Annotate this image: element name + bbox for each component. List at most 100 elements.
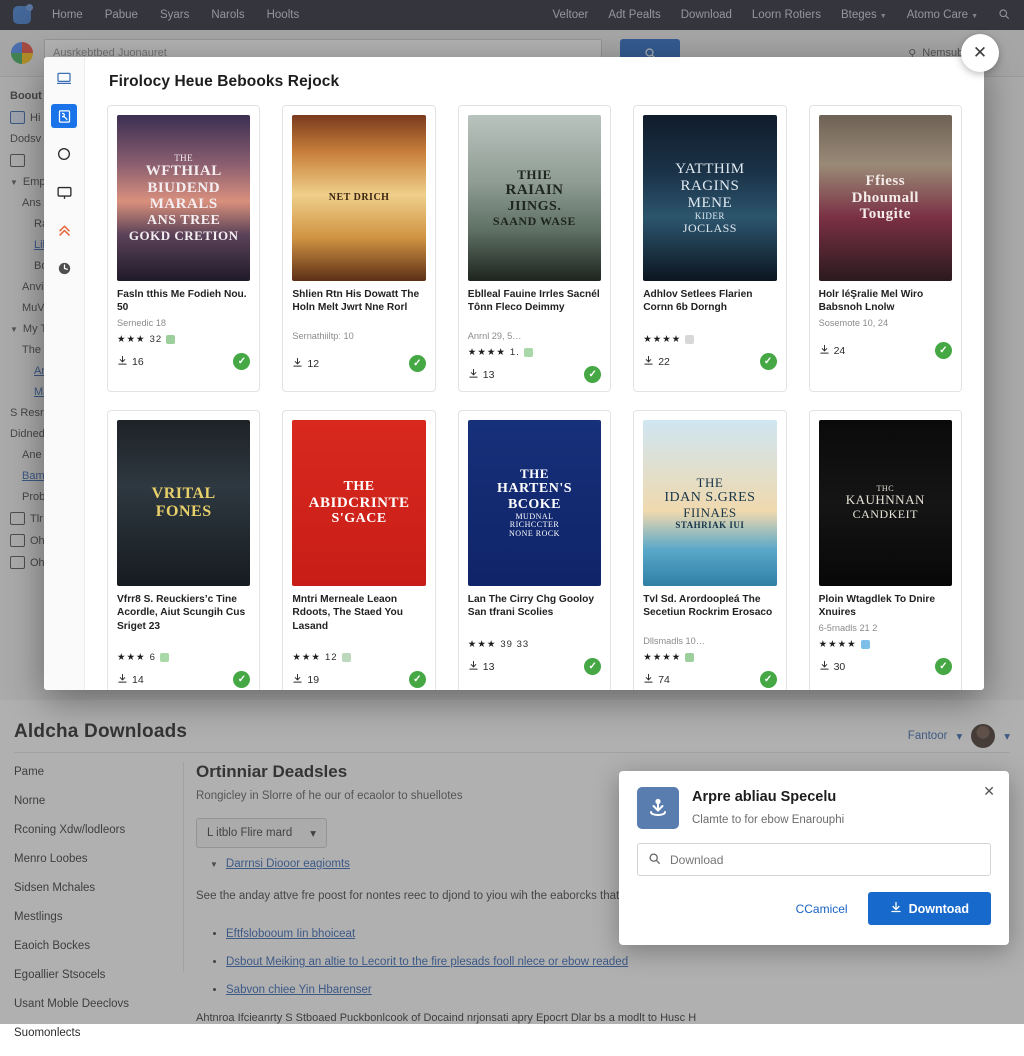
ebook-card-footer: 22 ✓ xyxy=(643,353,777,370)
ebook-rating: ★★★ 6 xyxy=(117,652,250,663)
clock-icon[interactable] xyxy=(51,256,77,280)
download-count-value: 14 xyxy=(132,673,144,686)
cover-text-line: NET DRICH xyxy=(328,192,390,204)
book-icon[interactable] xyxy=(51,104,77,128)
dialog-search-input[interactable] xyxy=(668,851,980,868)
download-icon xyxy=(643,673,654,687)
cover-text-line: KAUHNNAN xyxy=(845,492,925,508)
cover-text-line: JIINGS. xyxy=(507,199,562,215)
ebook-card-footer: 16 ✓ xyxy=(117,353,251,370)
downloaded-check-icon[interactable]: ✓ xyxy=(233,671,251,688)
ebooks-modal: Firolocy Heue Bebooks Rejock THE WFTHIAL B… xyxy=(44,57,984,690)
download-app-icon xyxy=(637,787,679,829)
modal-body: Firolocy Heue Bebooks Rejock THE WFTHIAL B… xyxy=(85,57,984,690)
download-count: 19 xyxy=(292,673,319,687)
downloaded-check-icon[interactable]: ✓ xyxy=(408,355,426,372)
ebook-title: Tvl Sd. Arordoopleá The Secetiun Rockrim… xyxy=(643,594,773,619)
downloaded-check-icon[interactable]: ✓ xyxy=(934,342,952,359)
download-count-value: 22 xyxy=(658,355,670,368)
format-badge-icon xyxy=(685,335,695,344)
ebook-title: Eblleal Fauine Irrles Sacnél Tônn Fleco … xyxy=(467,289,600,314)
ebook-cover-image: THE HARTEN'S BCOKE MUDNAL RICHCCTER NONE ROCK xyxy=(467,420,602,586)
ebook-card[interactable]: THIE RAIAIN JIINGS. SAAND WASE Eblleal Fauin… xyxy=(457,105,612,392)
cover-text-line: ABIDCRINTE xyxy=(308,494,410,511)
downloaded-check-icon[interactable]: ✓ xyxy=(759,353,777,370)
laptop-icon[interactable] xyxy=(51,66,77,90)
ebook-card[interactable]: THC KAUHNNAN CANDKEIT Ploin Wtagdlek To Dni… xyxy=(808,410,962,690)
ebook-card[interactable]: THE HARTEN'S BCOKE MUDNAL RICHCCTER NONE ROCK… xyxy=(457,410,612,690)
monitor-icon[interactable] xyxy=(51,180,77,204)
ebook-card[interactable]: THE IDAN S.GRES FIINAES STAHRIAK IUI Tvl Sd.… xyxy=(633,410,787,690)
download-icon xyxy=(819,344,830,358)
format-badge-icon xyxy=(685,653,695,662)
star-icon: ★★★ xyxy=(117,334,146,345)
ebook-card-footer: 12 ✓ xyxy=(292,355,426,372)
cover-text-line: THE xyxy=(343,478,375,494)
ebook-title: Vfrr8 S. Reuckiers’c Tine Acordle, Aiut … xyxy=(117,594,246,632)
ebook-meta: Sernedic 18 xyxy=(117,318,167,328)
cover-text-line: IDAN S.GRES xyxy=(664,490,756,506)
cover-text-line: Dhoumall xyxy=(851,189,919,206)
dialog-close-icon[interactable]: ✕ xyxy=(983,783,995,800)
cover-text-line: BCOKE xyxy=(507,496,562,512)
cancel-button[interactable]: CCamicel xyxy=(792,896,852,922)
star-icon: ★★★ xyxy=(292,652,321,663)
download-count: 22 xyxy=(643,355,670,369)
download-button[interactable]: Downtoad xyxy=(867,892,991,925)
modal-icon-rail xyxy=(44,57,85,690)
cover-text-line: MARALS xyxy=(149,196,218,213)
cover-text-line: MENE xyxy=(687,194,733,211)
downloaded-check-icon[interactable]: ✓ xyxy=(584,658,602,675)
ebook-card-footer: 74 ✓ xyxy=(643,671,777,688)
cover-text-line: RAGINS xyxy=(680,177,740,194)
download-count: 14 xyxy=(117,673,144,687)
ebook-card[interactable]: NET DRICH Shlien Rtn His Dowatt The Holn … xyxy=(282,105,436,392)
ebook-card[interactable]: Ffiess Dhoumall Tougite Holr léŞralie Mel W… xyxy=(808,105,962,392)
download-icon xyxy=(292,673,303,687)
ebook-rating: ★★★★ 1. xyxy=(468,347,601,358)
download-icon xyxy=(468,368,479,382)
download-count-value: 74 xyxy=(658,673,670,686)
ebook-meta: Anrnl 29, 5… xyxy=(467,331,522,341)
download-count-value: 24 xyxy=(833,344,846,357)
ebook-card[interactable]: THE ABIDCRINTE S'GACE Mntri Merneale Leaon … xyxy=(282,410,436,690)
downloaded-check-icon[interactable]: ✓ xyxy=(759,671,777,688)
ebook-title: Holr léŞralie Mel Wiro Babsnoh Lnolw xyxy=(818,289,924,314)
ebook-meta xyxy=(117,636,250,647)
downloaded-check-icon[interactable]: ✓ xyxy=(408,671,426,688)
ebook-title: Mntri Merneale Leaon Rdoots, The Staed Y… xyxy=(292,594,403,632)
download-icon xyxy=(643,355,654,369)
ebook-title: Adhlov Setlees Flarien Cornn 6b Dorngh xyxy=(643,289,753,314)
downloaded-check-icon[interactable]: ✓ xyxy=(233,353,251,370)
ebook-rating: ★★★★ xyxy=(819,639,952,650)
ebook-meta xyxy=(292,636,425,647)
ebook-card[interactable]: THE WFTHIAL BIUDEND MARALS ANS TREE GOKD CRET… xyxy=(107,105,261,392)
downloaded-check-icon[interactable]: ✓ xyxy=(584,366,602,383)
cover-text-line: THE xyxy=(174,152,194,163)
ebook-meta xyxy=(643,318,776,329)
ebook-title: Ploin Wtagdlek To Dnire Xnuires xyxy=(818,594,935,619)
ebook-card-footer: 14 ✓ xyxy=(117,671,251,688)
star-icon: ★★★★ xyxy=(467,347,506,358)
circle-icon[interactable] xyxy=(51,142,77,166)
ebook-cover-image: THIE RAIAIN JIINGS. SAAND WASE xyxy=(467,115,602,281)
cover-text-line: FIINAES xyxy=(683,504,737,520)
cover-text-line: ANS TREE xyxy=(147,213,221,229)
downloads-nav-item-9[interactable]: Suomonlects xyxy=(14,1027,174,1039)
download-arrow-icon xyxy=(890,901,902,916)
ebook-card[interactable]: VRITAL FONES Vfrr8 S. Reuckiers’c Tine Aco… xyxy=(107,410,261,690)
upload-arrow-icon[interactable] xyxy=(51,218,77,242)
modal-close-button[interactable]: ✕ xyxy=(961,34,999,72)
ebook-card[interactable]: YATTHIM RAGINS MENE KIDER JOCLASS Adhlov Setl… xyxy=(633,105,787,392)
download-count-value: 13 xyxy=(482,660,495,673)
download-count-value: 16 xyxy=(132,355,144,368)
ebook-card-footer: 13 ✓ xyxy=(468,366,602,383)
downloaded-check-icon[interactable]: ✓ xyxy=(934,658,952,675)
dialog-header: Arpre abliau Specelu Clamte to for ebow … xyxy=(637,787,991,829)
ebook-cover-image: THE ABIDCRINTE S'GACE xyxy=(292,420,426,586)
download-count: 12 xyxy=(292,357,319,371)
dialog-search-field[interactable] xyxy=(637,843,991,876)
dialog-actions: CCamicel Downtoad xyxy=(637,892,991,925)
download-count-value: 12 xyxy=(307,357,320,370)
star-icon: ★★★ xyxy=(467,639,497,650)
